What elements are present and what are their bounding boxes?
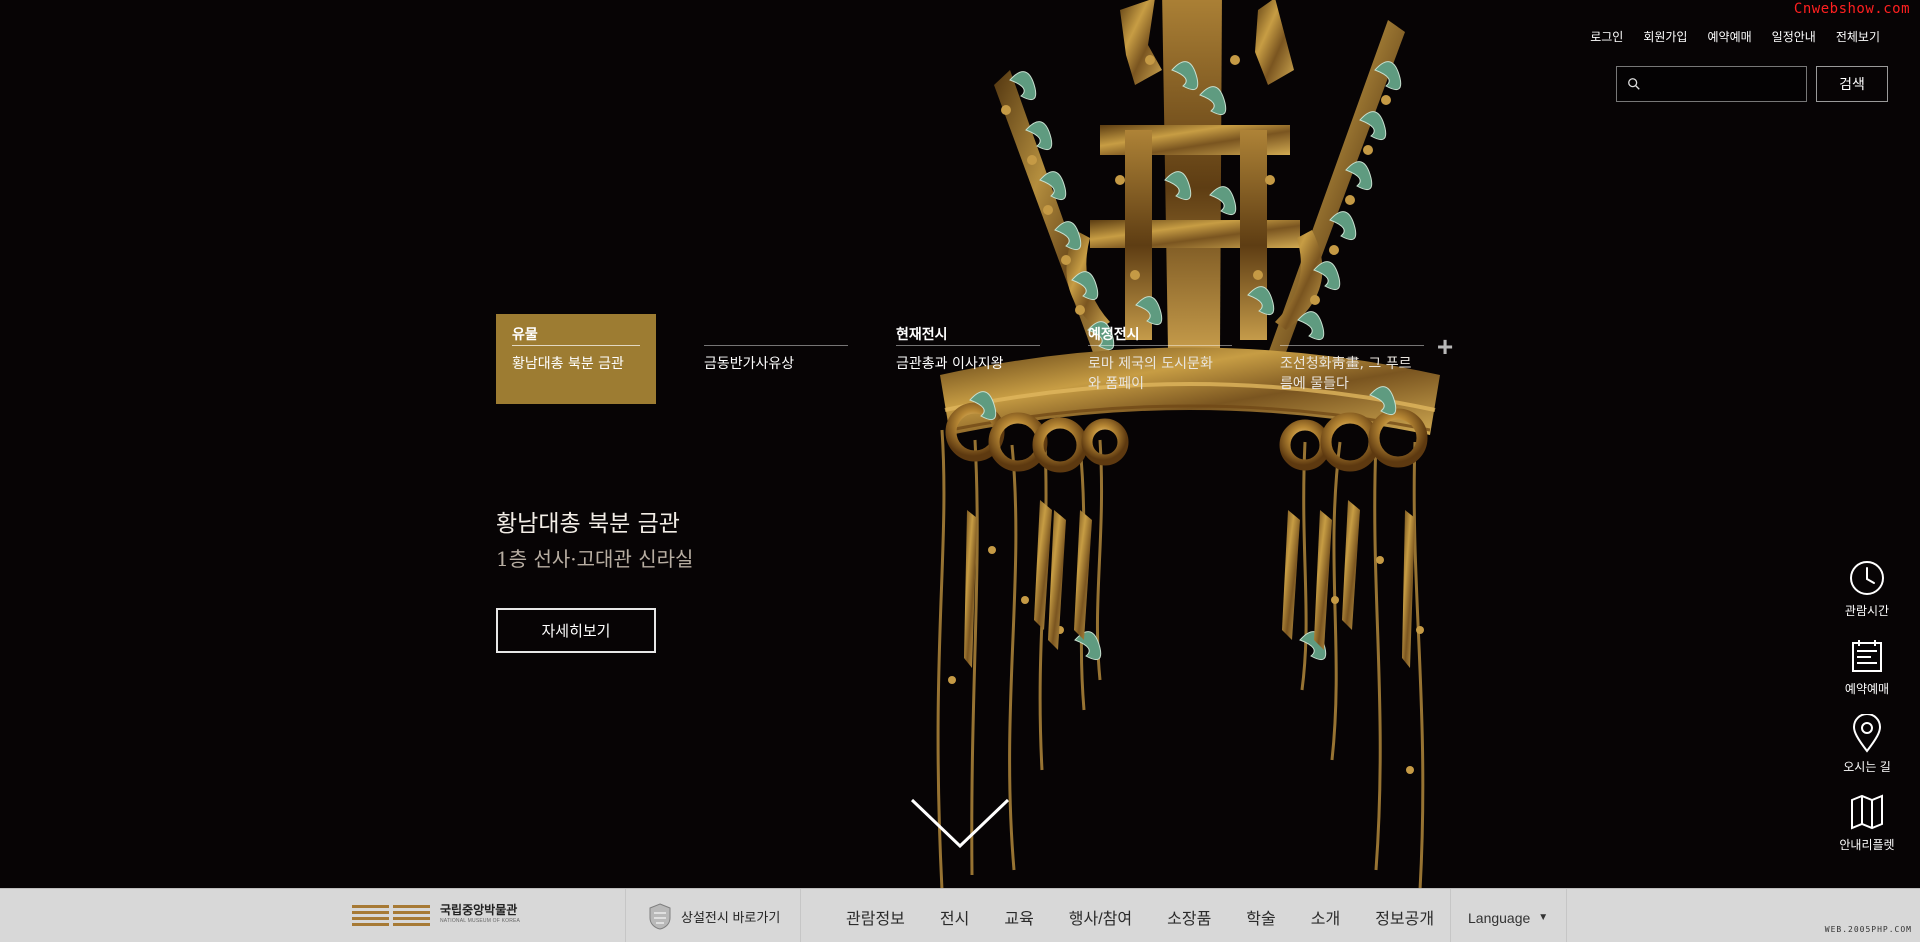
tab-category-artifacts: 유물: [512, 327, 538, 343]
hero-title: 황남대총 북분 금관: [496, 511, 680, 537]
search-input[interactable]: [1647, 71, 1797, 97]
footer-separator: [1566, 889, 1567, 942]
quick-menu-label: 예약예매: [1844, 682, 1890, 696]
tab-divider: [1280, 345, 1424, 346]
login-link[interactable]: 로그인: [1590, 28, 1623, 45]
map-leaflet-icon: [1851, 794, 1883, 830]
clock-icon: [1850, 561, 1884, 595]
menu-about[interactable]: 소개: [1311, 905, 1340, 929]
artifact-tab-row: 유물 황남대총 북분 금관 금동반가사유상 현재전시 금관총과 이사지왕 예정전…: [496, 314, 1456, 404]
detail-button[interactable]: 자세히보기: [496, 608, 656, 653]
utility-navigation: 로그인 회원가입 예약예매 일정안내 전체보기: [1590, 28, 1880, 45]
upcoming-exhibition-tab-blue-white-porcelain[interactable]: 조선청화靑畫, 그 푸르름에 물들다: [1264, 314, 1424, 404]
tab-divider: [512, 345, 640, 346]
permanent-exhibition-link[interactable]: 상설전시 바로가기: [648, 901, 780, 931]
search-box: [1616, 66, 1807, 102]
tab-title: 로마 제국의 도시문화와 폼페이: [1088, 356, 1213, 392]
museum-homepage: Cnwebshow.com 로그인 회원가입 예약예매 일정안내 전체보기 검색…: [0, 0, 1920, 942]
museum-logo[interactable]: 국립중앙박물관 NATIONAL MUSEUM OF KOREA: [352, 903, 532, 930]
watermark-bottom: WEB.2005PHP.COM: [1824, 925, 1912, 934]
quick-menu-leaflet[interactable]: 안내리플렛: [1828, 792, 1906, 870]
main-menu: 관람정보 전시 교육 행사/참여 소장품 학술 소개 정보공개: [846, 905, 1434, 929]
quick-menu-label: 안내리플렛: [1839, 838, 1895, 852]
language-label: Language: [1468, 910, 1531, 926]
menu-exhibitions[interactable]: 전시: [940, 905, 969, 929]
tab-title: 조선청화靑畫, 그 푸르름에 물들다: [1280, 356, 1412, 392]
footer-separator: [625, 889, 626, 942]
quick-menu-directions[interactable]: 오시는 길: [1828, 714, 1906, 792]
menu-information-disclosure[interactable]: 정보공개: [1375, 905, 1434, 929]
quick-menu: 관람시간 예약예매 오시는 길 안내리플렛: [1828, 558, 1906, 870]
museum-logo-text: 국립중앙박물관: [440, 903, 518, 917]
current-exhibition-tab[interactable]: 현재전시 금관총과 이사지왕: [880, 314, 1040, 404]
hero-section: Cnwebshow.com 로그인 회원가입 예약예매 일정안내 전체보기 검색…: [0, 0, 1920, 888]
artifact-tab-hwangnamdaechong-crown[interactable]: 유물 황남대총 북분 금관: [496, 314, 656, 404]
footer-navigation: 국립중앙박물관 NATIONAL MUSEUM OF KOREA 상설전시 바로…: [0, 888, 1920, 942]
museum-logo-subtitle: NATIONAL MUSEUM OF KOREA: [440, 918, 521, 924]
quick-menu-label: 오시는 길: [1843, 760, 1891, 774]
tab-category-upcoming-exhibition: 예정전시: [1088, 327, 1140, 343]
quick-menu-reservation[interactable]: 예약예매: [1828, 636, 1906, 714]
tab-title: 금관총과 이사지왕: [896, 356, 1004, 372]
language-select[interactable]: Language ▼: [1468, 906, 1558, 930]
map-pin-icon: [1852, 714, 1882, 753]
search-icon: [1628, 78, 1640, 90]
watermark-top: Cnwebshow.com: [1793, 1, 1910, 17]
reservation-link[interactable]: 예약예매: [1707, 28, 1751, 45]
hero-copy: 황남대총 북분 금관 1층 선사·고대관 신라실: [496, 508, 693, 575]
tab-divider: [704, 345, 848, 346]
plus-icon[interactable]: +: [1430, 332, 1460, 362]
signup-link[interactable]: 회원가입: [1643, 28, 1687, 45]
tab-divider: [896, 345, 1040, 346]
menu-research[interactable]: 학술: [1246, 905, 1275, 929]
sitemap-link[interactable]: 전체보기: [1836, 28, 1880, 45]
menu-education[interactable]: 교육: [1004, 905, 1033, 929]
menu-visitor-information[interactable]: 관람정보: [846, 905, 905, 929]
tab-category-current-exhibition: 현재전시: [896, 327, 948, 343]
schedule-link[interactable]: 일정안내: [1772, 28, 1816, 45]
tab-title: 황남대총 북분 금관: [512, 356, 624, 372]
tab-divider: [1088, 345, 1232, 346]
footer-separator: [800, 889, 801, 942]
menu-collections[interactable]: 소장품: [1167, 905, 1211, 929]
footer-separator: [1450, 889, 1451, 942]
museum-logo-mark: [352, 904, 430, 926]
permanent-exhibition-label: 상설전시 바로가기: [681, 909, 781, 925]
quick-menu-hours[interactable]: 관람시간: [1828, 558, 1906, 636]
calendar-icon: [1852, 640, 1882, 672]
menu-events[interactable]: 행사/참여: [1069, 905, 1132, 929]
chevron-down-icon[interactable]: [910, 798, 1010, 848]
quick-menu-label: 관람시간: [1844, 604, 1890, 618]
hero-subtitle: 1층 선사·고대관 신라실: [496, 547, 694, 571]
upcoming-exhibition-tab-pompeii[interactable]: 예정전시 로마 제국의 도시문화와 폼페이: [1072, 314, 1232, 404]
tab-title: 금동반가사유상: [704, 356, 795, 372]
chevron-down-icon: ▼: [1538, 911, 1549, 923]
artifact-tab-pensive-bodhisattva[interactable]: 금동반가사유상: [688, 314, 848, 404]
search-button[interactable]: 검색: [1816, 66, 1888, 102]
museum-emblem-icon: [649, 902, 671, 930]
gold-crown-image: [936, 0, 1440, 888]
